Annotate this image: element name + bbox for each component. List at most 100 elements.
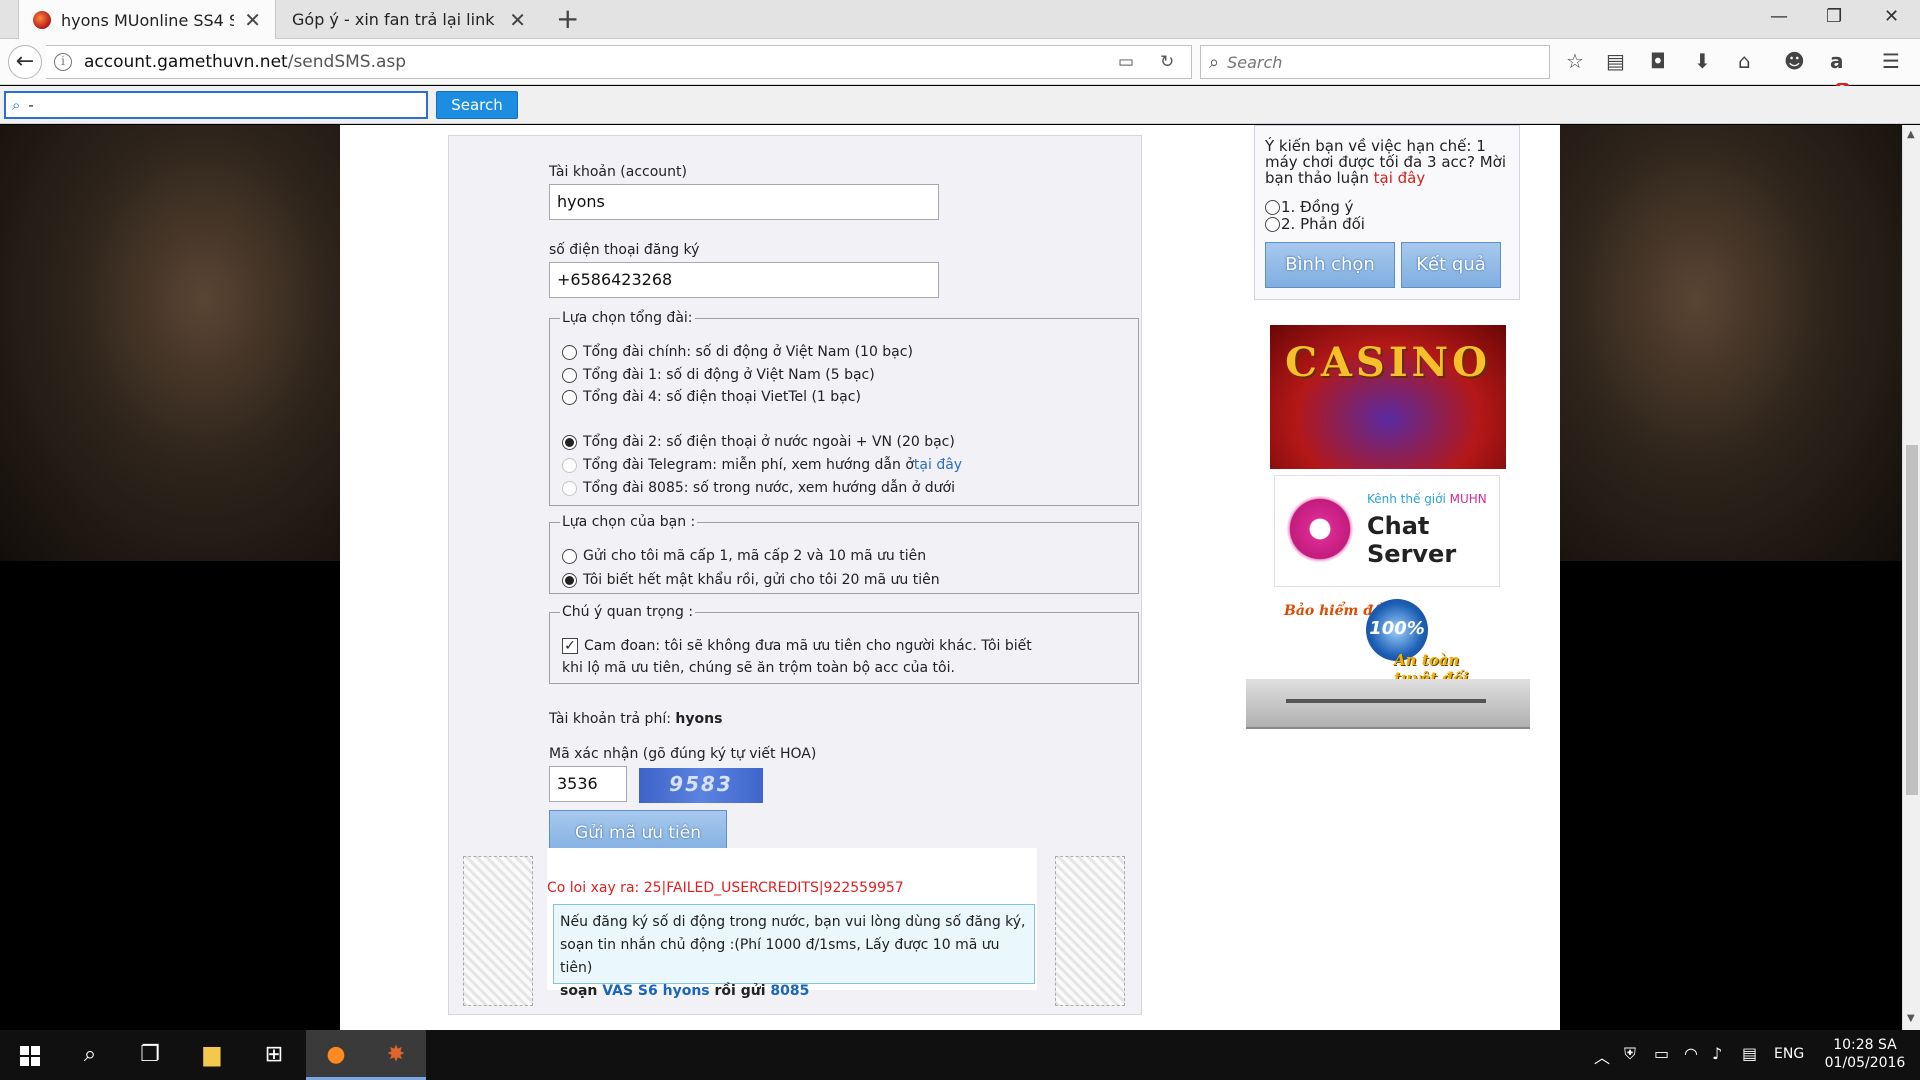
item-insurance-banner[interactable]: Bảo hiểm đồ 100% An toàn tuyệt đối [1274, 595, 1504, 687]
clock-time: 10:28 SA [1833, 1037, 1897, 1053]
domestic-sms-info: Nếu đăng ký số di động trong nước, bạn v… [553, 904, 1035, 999]
bookmarks-list-icon[interactable]: ▤ [1606, 49, 1625, 73]
switchboard-option-telegram[interactable]: Tổng đài Telegram: miễn phí, xem hướng d… [562, 457, 962, 473]
radio-button[interactable] [1265, 216, 1280, 232]
pocket-icon[interactable]: ◘ [1650, 49, 1666, 73]
page-content: Tài khoản (account) hyons số điện thoại … [340, 125, 1560, 1030]
hello-chat-icon[interactable]: ☻ [1784, 49, 1805, 73]
info-line-1: Nếu đăng ký số di động trong nước, bạn v… [560, 914, 1026, 930]
bookmark-star-icon[interactable]: ☆ [1566, 49, 1584, 73]
error-message: Co loi xay ra: 25|FAILED_USERCREDITS|922… [547, 880, 904, 896]
radio-button[interactable] [1265, 199, 1280, 215]
agreement-checkbox[interactable]: ✓ [562, 638, 578, 654]
start-button[interactable] [0, 1030, 60, 1080]
site-info-icon[interactable]: i [54, 53, 72, 71]
url-bar[interactable]: i account.gamethuvn.net/sendSMS.asp ▭ ↻ [46, 45, 1192, 79]
navigation-bar: ← i account.gamethuvn.net/sendSMS.asp ▭ … [0, 39, 1920, 96]
input-language[interactable]: ENG [1774, 1046, 1804, 1062]
store-icon[interactable]: ⊞ [244, 1030, 304, 1080]
switchboard-option-2[interactable]: Tổng đài 2: số điện thoại ở nước ngoài +… [562, 434, 955, 450]
radio-button-selected[interactable] [562, 572, 577, 588]
browser-search-input[interactable] [1227, 52, 1528, 72]
amazon-addon-icon[interactable]: a [1830, 49, 1844, 73]
switchboard-option-4[interactable]: Tổng đài 4: số điện thoại VietTel (1 bạc… [562, 389, 861, 405]
security-shield-icon[interactable]: ⛨ [1624, 1044, 1636, 1064]
reload-icon[interactable]: ↻ [1160, 52, 1174, 72]
background-art-left [0, 125, 340, 561]
restore-icon[interactable]: ❐ [1826, 6, 1842, 27]
phone-label: số điện thoại đăng ký [549, 242, 700, 258]
window-close-icon[interactable]: ✕ [1884, 6, 1899, 27]
mu-game-taskbar-icon[interactable]: ✸ [366, 1030, 426, 1080]
account-input[interactable]: hyons [549, 184, 939, 220]
account-label: Tài khoản (account) [549, 164, 687, 180]
switchboard-option-main[interactable]: Tổng đài chính: số di động ở Việt Nam (1… [562, 344, 913, 360]
back-arrow-icon[interactable]: ← [8, 45, 42, 79]
wifi-icon[interactable]: ◠ [1684, 1044, 1698, 1063]
menu-hamburger-icon[interactable]: ☰ [1882, 49, 1900, 73]
poll-option-agree[interactable]: 1. Đồng ý [1265, 198, 1354, 216]
warrior-figure-left [463, 856, 533, 1006]
battery-icon[interactable]: ▭ [1654, 1044, 1669, 1063]
radio-button[interactable] [562, 389, 577, 405]
firefox-taskbar-icon[interactable]: ● [306, 1030, 366, 1080]
close-tab-icon[interactable]: ✕ [509, 8, 526, 32]
radio-button[interactable] [562, 344, 577, 360]
insurance-title: Bảo hiểm đồ [1284, 603, 1383, 619]
file-explorer-icon[interactable]: ▆ [182, 1030, 242, 1080]
payer-account: hyons [675, 711, 723, 727]
action-center-icon[interactable]: ▤ [1742, 1044, 1757, 1063]
windows-logo-icon [20, 1046, 40, 1066]
chat-channel-caption: Kênh thế giới MUHN [1367, 492, 1487, 506]
url-text: account.gamethuvn.net/sendSMS.asp [84, 52, 407, 72]
download-icon[interactable]: ⬇ [1694, 49, 1711, 73]
windows-taskbar: ⌕ ❐ ▆ ⊞ ● ✸ ︿ ⛨ ▭ ◠ ♪ ▤ ENG 10:28 SA 01/… [0, 1030, 1920, 1080]
radio-button[interactable] [562, 548, 577, 564]
home-icon[interactable]: ⌂ [1738, 49, 1751, 73]
search-taskbar-icon[interactable]: ⌕ [60, 1030, 120, 1080]
payer-row: Tài khoản trả phí: hyons [549, 711, 723, 727]
poll-option-disagree[interactable]: 2. Phản đối [1265, 215, 1365, 233]
phone-input[interactable]: +6586423268 [549, 262, 939, 298]
send-sms-form: Tài khoản (account) hyons số điện thoại … [448, 135, 1142, 1015]
close-tab-icon[interactable]: ✕ [244, 8, 261, 32]
poll-results-button[interactable]: Kết quả [1401, 242, 1501, 288]
task-view-icon[interactable]: ❐ [120, 1030, 180, 1080]
volume-icon[interactable]: ♪ [1712, 1044, 1722, 1063]
switchboard-option-8085[interactable]: Tổng đài 8085: số trong nước, xem hướng … [562, 480, 955, 496]
tab-strip: hyons MUonline SS4 SS6 S... ✕ Góp ý - xi… [0, 0, 1920, 40]
page-viewport: Tài khoản (account) hyons số điện thoại … [0, 125, 1902, 1030]
show-hidden-icons-icon[interactable]: ︿ [1594, 1044, 1610, 1068]
switchboard-option-1[interactable]: Tổng đài 1: số di động ở Việt Nam (5 bạc… [562, 367, 875, 383]
system-clock[interactable]: 10:28 SA 01/05/2016 [1810, 1036, 1920, 1072]
new-tab-plus-icon[interactable]: + [556, 4, 579, 34]
reader-view-icon[interactable]: ▭ [1118, 52, 1134, 72]
page-scrollbar[interactable]: ▲ ▼ [1902, 125, 1920, 1030]
addon-search-input[interactable]: ⌕ - [4, 91, 428, 119]
radio-button-disabled[interactable] [562, 480, 577, 496]
screen: hyons MUonline SS4 SS6 S... ✕ Góp ý - xi… [0, 0, 1920, 1080]
addon-search-button[interactable]: Search [436, 91, 518, 119]
scrollbar-thumb[interactable] [1906, 445, 1918, 795]
choice-option-codes[interactable]: Gửi cho tôi mã cấp 1, mã cấp 2 và 10 mã … [562, 548, 926, 564]
minimize-icon[interactable]: — [1770, 6, 1788, 27]
choice-option-20-codes[interactable]: Tôi biết hết mật khẩu rồi, gửi cho tôi 2… [562, 572, 940, 588]
captcha-input[interactable]: 3536 [549, 766, 627, 802]
tab-gop-y[interactable]: Góp ý - xin fan trả lại link dow... ✕ [278, 0, 540, 39]
search-bar[interactable]: ⌕ [1200, 45, 1550, 79]
tab-hyons[interactable]: hyons MUonline SS4 SS6 S... ✕ [18, 0, 276, 40]
radio-button-selected[interactable] [562, 434, 577, 450]
sms-shortcode: 8085 [770, 983, 810, 999]
tab-title: hyons MUonline SS4 SS6 S... [61, 10, 235, 30]
radio-button[interactable] [562, 367, 577, 383]
agreement-checkbox-row[interactable]: ✓ Cam đoan: tôi sẽ không đưa mã ưu tiên … [562, 638, 1032, 654]
chat-server-banner[interactable]: Kênh thế giới MUHN Chat Server [1274, 475, 1500, 587]
scroll-down-icon[interactable]: ▼ [1907, 1013, 1915, 1024]
scroll-up-icon[interactable]: ▲ [1907, 129, 1915, 140]
warrior-figure-right [1055, 856, 1125, 1006]
telegram-guide-link[interactable]: tại đây [914, 457, 962, 473]
casino-banner[interactable]: CASINO [1270, 325, 1506, 469]
vote-button[interactable]: Bình chọn [1265, 242, 1395, 288]
poll-discuss-link[interactable]: tại đây [1374, 169, 1426, 187]
radio-button-disabled[interactable] [562, 457, 577, 473]
